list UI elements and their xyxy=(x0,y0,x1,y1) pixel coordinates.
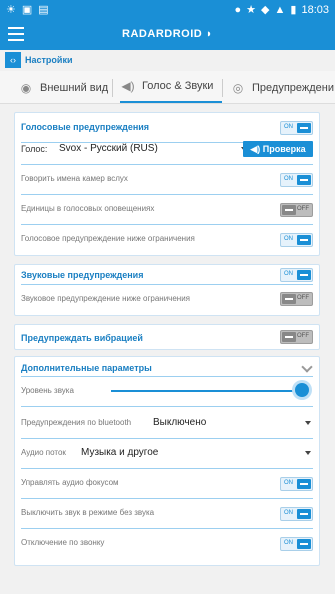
clipboard-icon: ▤ xyxy=(38,4,49,16)
tab-voice-sounds[interactable]: ◀) Голос & Звуки xyxy=(120,71,222,103)
sound-warnings-toggle[interactable]: ON xyxy=(280,268,313,282)
eye-icon: ◉ xyxy=(20,80,32,95)
toggle-state: ON xyxy=(284,124,293,130)
speak-camera-names-row: Говорить имена камер вслух ON xyxy=(21,165,313,195)
tab-divider xyxy=(222,79,223,97)
setting-label: Уровень звука xyxy=(21,386,74,395)
chevron-down-icon[interactable] xyxy=(305,421,311,425)
voice-units-row: Единицы в голосовых оповещениях OFF xyxy=(21,195,313,225)
app-logo: RADARDROID ◗ xyxy=(0,28,335,40)
voice-warnings-card: Голосовые предупреждения ON Голос: Svox … xyxy=(14,112,320,256)
volume-slider-handle[interactable] xyxy=(295,383,309,397)
page-title: Настройки xyxy=(25,55,73,65)
vibration-card: Предупреждать вибрацией OFF xyxy=(14,324,320,350)
sound-below-limit-toggle[interactable]: OFF xyxy=(280,292,313,306)
toggle-state: ON xyxy=(284,510,293,516)
voice-below-limit-toggle[interactable]: ON xyxy=(280,233,313,247)
section-title: Голосовые предупреждения xyxy=(21,122,150,132)
toggle-state: ON xyxy=(284,540,293,546)
sound-warnings-header: Звуковые предупреждения ON xyxy=(21,265,313,285)
audio-stream-row: Аудио поток Музыка и другое xyxy=(21,439,313,469)
voice-select[interactable]: Svox - Русский (RUS) xyxy=(59,143,158,154)
call-disable-row: Отключение по звонку ON xyxy=(21,529,313,559)
status-bar: ☀ ▣ ▤ ● ★ ◆ ▲ ▮ 18:03 xyxy=(0,0,335,20)
tab-label: Предупреждени xyxy=(252,81,335,94)
status-left-icons: ☀ ▣ ▤ xyxy=(6,3,49,16)
voice-units-toggle[interactable]: OFF xyxy=(280,203,313,217)
voice-warnings-toggle[interactable]: ON xyxy=(280,121,313,135)
voice-label: Голос: xyxy=(21,144,48,154)
advanced-settings-card: Дополнительные параметры Уровень звука П… xyxy=(14,356,320,566)
chevron-down-icon[interactable] xyxy=(305,451,311,455)
toggle-state: ON xyxy=(284,236,293,242)
vibration-toggle[interactable]: OFF xyxy=(280,330,313,344)
toggle-state: ON xyxy=(284,480,293,486)
voice-below-limit-row: Голосовое предупреждение ниже ограничени… xyxy=(21,225,313,255)
app-brand: RADARDROID xyxy=(122,28,203,40)
tab-divider xyxy=(112,79,113,97)
bluetooth-row: Предупреждения по bluetooth Выключено xyxy=(21,409,313,439)
section-title: Дополнительные параметры xyxy=(21,363,152,373)
setting-label: Единицы в голосовых оповещениях xyxy=(21,204,155,213)
notification-icon: ▣ xyxy=(21,4,33,16)
audio-focus-toggle[interactable]: ON xyxy=(280,477,313,491)
breadcrumb: ‹› Настройки xyxy=(5,52,72,68)
settings-back-icon[interactable]: ‹› xyxy=(5,52,21,68)
tab-appearance[interactable]: ◉ Внешний вид xyxy=(18,71,109,103)
tab-label: Внешний вид xyxy=(40,81,109,94)
section-title: Звуковые предупреждения xyxy=(21,270,144,280)
location-icon: ● xyxy=(234,3,242,16)
camera-icon: ◎ xyxy=(232,80,244,95)
toggle-state: OFF xyxy=(297,333,309,339)
setting-label: Выключить звук в режиме без звука xyxy=(21,508,155,517)
signal-icon: ▲ xyxy=(274,3,286,16)
tab-warnings[interactable]: ◎ Предупреждени xyxy=(230,71,335,103)
volume-row: Уровень звука xyxy=(21,377,313,407)
voice-select-row: Голос: Svox - Русский (RUS) ◀) Проверка xyxy=(21,135,313,165)
check-button-label: Проверка xyxy=(262,144,306,154)
toggle-state: ON xyxy=(284,176,293,182)
sound-below-limit-row: Звуковое предупреждение ниже ограничения… xyxy=(21,285,313,315)
check-voice-button[interactable]: ◀) Проверка xyxy=(243,141,313,157)
setting-label: Голосовое предупреждение ниже ограничени… xyxy=(21,234,195,243)
app-bar: RADARDROID ◗ xyxy=(0,20,335,50)
vibration-row: Предупреждать вибрацией OFF xyxy=(21,325,313,351)
sound-warnings-card: Звуковые предупреждения ON Звуковое пред… xyxy=(14,264,320,316)
toggle-state: ON xyxy=(284,271,293,277)
setting-label: Говорить имена камер вслух xyxy=(21,174,128,183)
tab-label: Голос & Звуки xyxy=(142,80,214,92)
status-time: 18:03 xyxy=(301,3,329,16)
status-right-icons: ● ★ ◆ ▲ ▮ 18:03 xyxy=(234,3,329,17)
toggle-state: OFF xyxy=(297,295,309,301)
setting-label: Предупреждения по bluetooth xyxy=(21,418,132,427)
call-disable-toggle[interactable]: ON xyxy=(280,537,313,551)
speak-camera-names-toggle[interactable]: ON xyxy=(280,173,313,187)
audio-stream-select[interactable]: Музыка и другое xyxy=(81,447,158,458)
speaker-icon: ◀) xyxy=(250,143,263,154)
sun-icon: ☀ xyxy=(6,4,16,16)
toggle-state: OFF xyxy=(297,206,309,212)
section-title: Предупреждать вибрацией xyxy=(21,333,143,343)
star-icon: ★ xyxy=(246,4,257,16)
tab-bar: ◉ Внешний вид ◀) Голос & Звуки ◎ Предупр… xyxy=(0,71,335,104)
setting-label: Управлять аудио фокусом xyxy=(21,478,119,487)
setting-label: Звуковое предупреждение ниже ограничения xyxy=(21,294,191,303)
setting-label: Аудио поток xyxy=(21,448,66,457)
bluetooth-select[interactable]: Выключено xyxy=(153,417,206,428)
chevron-down-icon[interactable] xyxy=(301,361,313,373)
setting-label: Отключение по звонку xyxy=(21,538,105,547)
silent-mode-toggle[interactable]: ON xyxy=(280,507,313,521)
advanced-header[interactable]: Дополнительные параметры xyxy=(21,357,313,377)
wifi-icon: ◆ xyxy=(261,4,270,16)
volume-slider[interactable] xyxy=(111,390,299,392)
radar-waves-icon: ◗ xyxy=(205,28,213,40)
audio-focus-row: Управлять аудио фокусом ON xyxy=(21,469,313,499)
silent-mode-row: Выключить звук в режиме без звука ON xyxy=(21,499,313,529)
battery-icon: ▮ xyxy=(290,4,297,16)
speaker-icon: ◀) xyxy=(121,79,135,93)
